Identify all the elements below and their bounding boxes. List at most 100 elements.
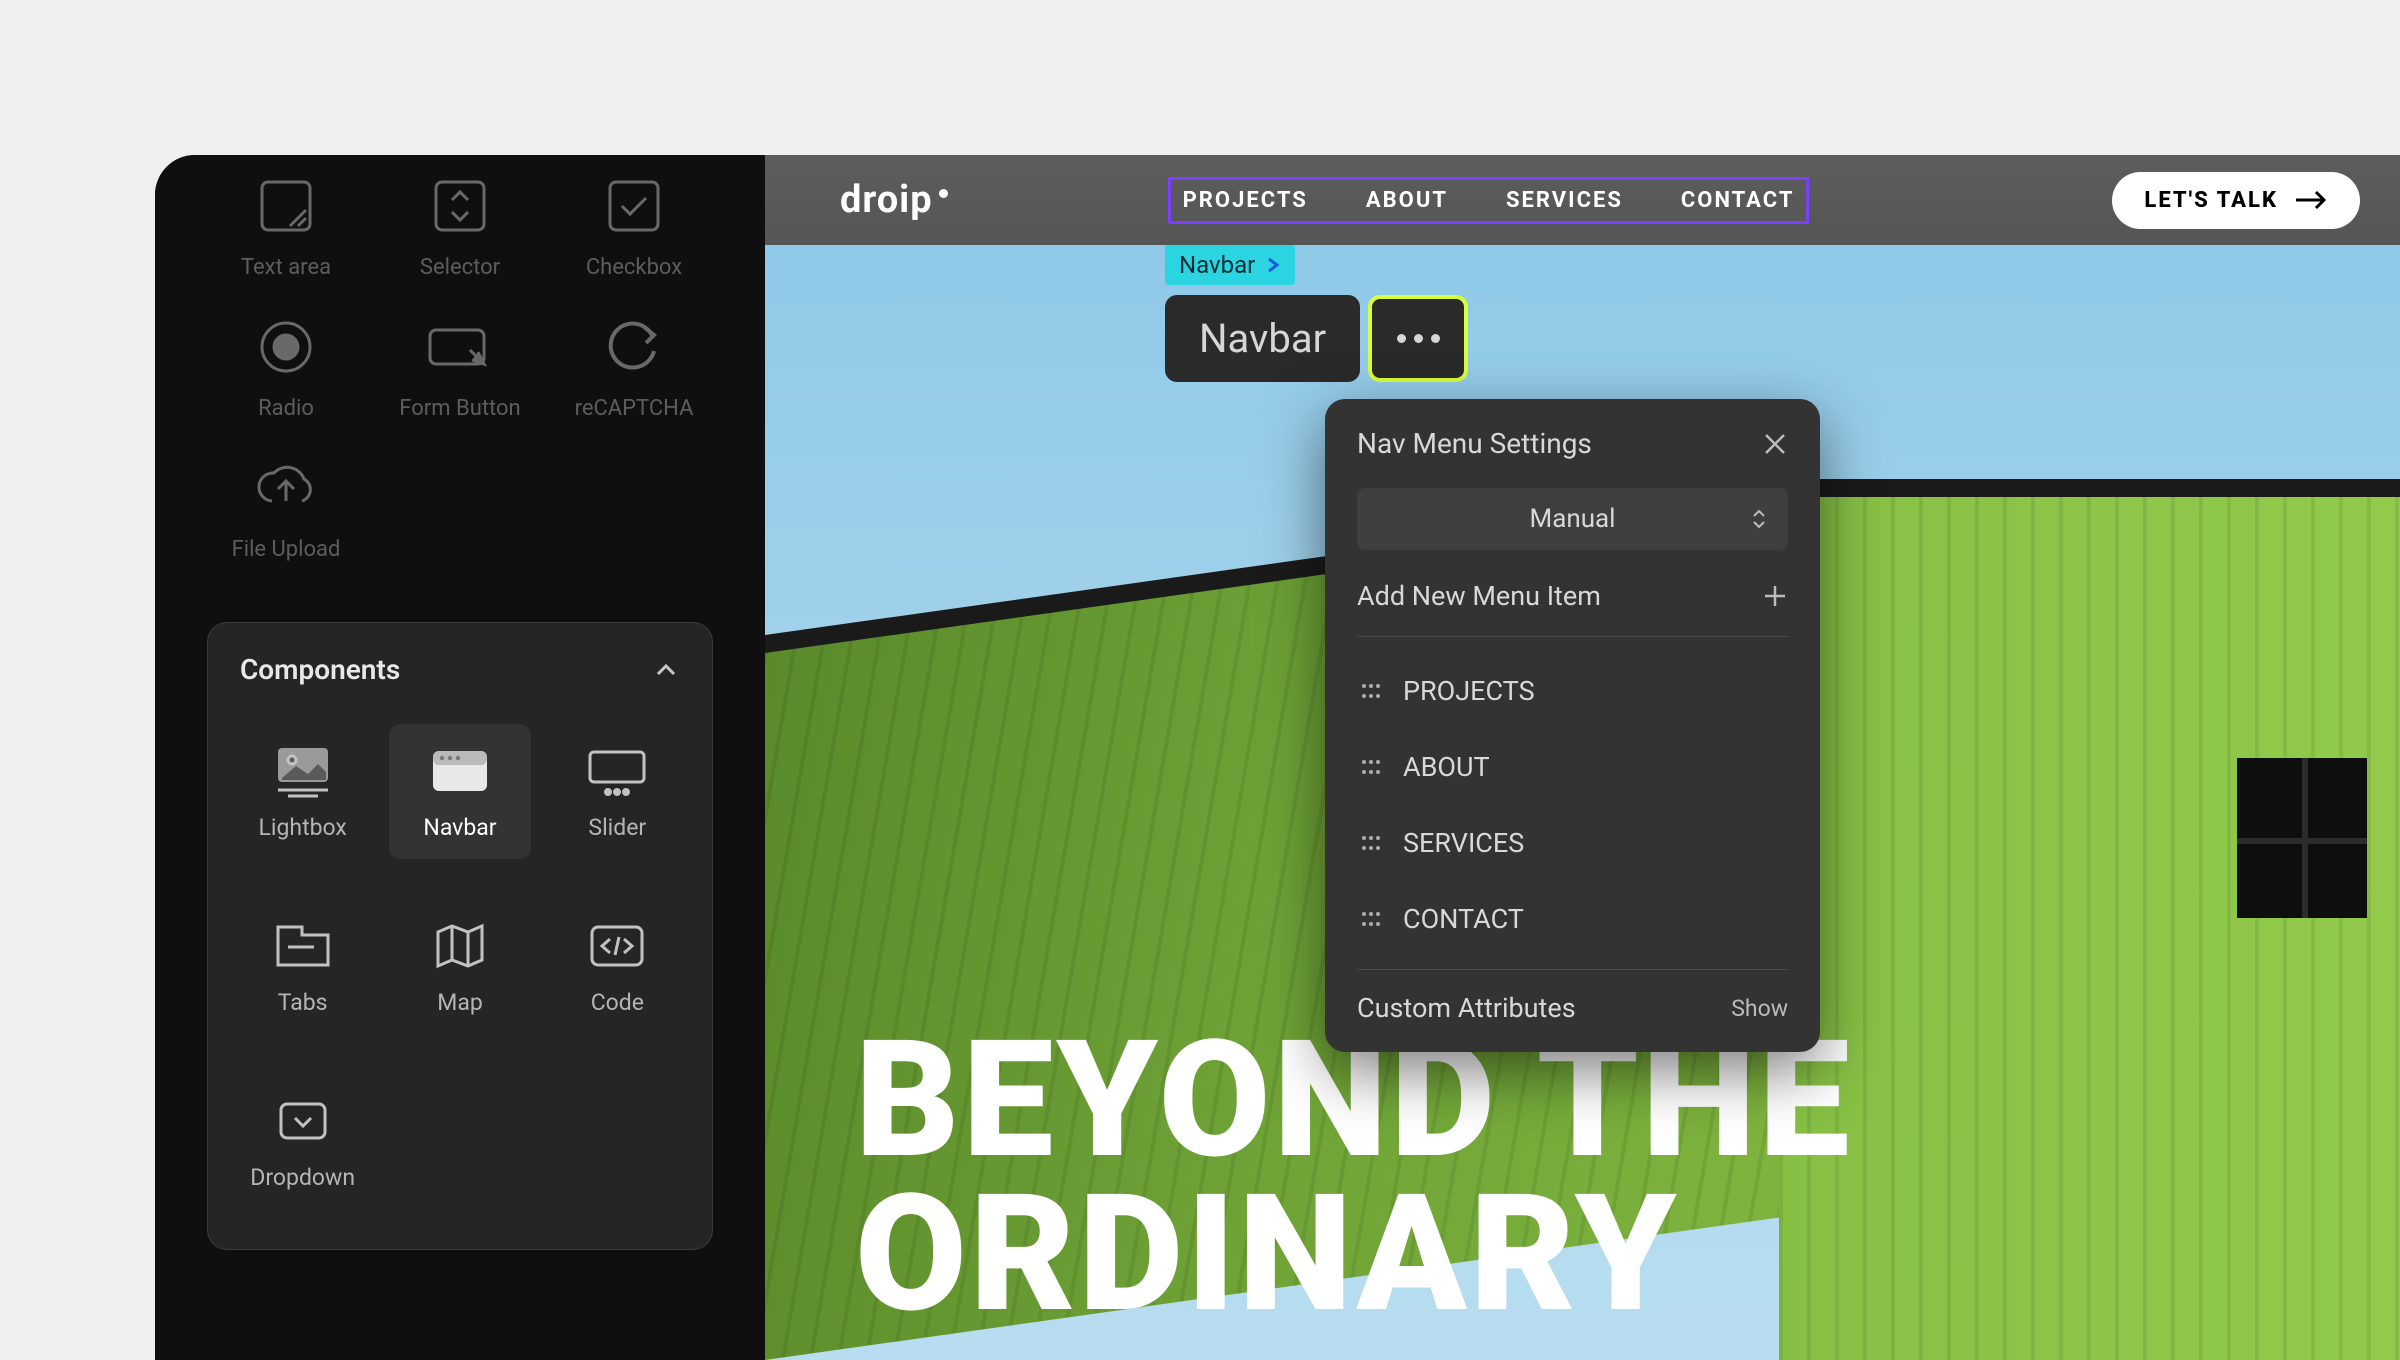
plus-icon: [1762, 583, 1788, 609]
drag-handle-icon[interactable]: [1361, 683, 1381, 699]
menu-item-row[interactable]: PROJECTS: [1357, 653, 1788, 729]
code-icon: [582, 917, 652, 975]
roofline: [1779, 479, 2400, 497]
building-window: [2237, 758, 2367, 918]
drag-handle-icon[interactable]: [1361, 911, 1381, 927]
widget-radio[interactable]: Radio: [207, 312, 365, 421]
component-map[interactable]: Map: [389, 899, 530, 1034]
hero-heading: BEYOND THE ORDINARY: [855, 1024, 1852, 1332]
components-title: Components: [240, 653, 400, 686]
component-navbar[interactable]: Navbar: [389, 724, 530, 859]
logo-text: droip: [840, 178, 933, 222]
form-widgets-grid: Text area Selector Checkbox Radio: [207, 171, 713, 562]
close-button[interactable]: [1762, 431, 1788, 457]
file-upload-icon: [251, 453, 321, 523]
drag-handle-icon[interactable]: [1361, 759, 1381, 775]
component-label: Slider: [588, 814, 646, 841]
widget-label: reCAPTCHA: [575, 396, 694, 421]
sidebar: Text area Selector Checkbox Radio: [155, 155, 765, 1360]
cta-label: LET'S TALK: [2144, 188, 2278, 213]
select-caret-icon: [1750, 507, 1768, 531]
widget-label: Radio: [258, 396, 314, 421]
dot-icon: [1431, 334, 1440, 343]
selection-chip-label[interactable]: Navbar: [1165, 295, 1360, 382]
mode-select-value: Manual: [1530, 504, 1616, 534]
building-right: [1779, 490, 2400, 1360]
divider: [1357, 969, 1788, 970]
menu-item-label: ABOUT: [1403, 751, 1490, 783]
form-button-icon: [425, 312, 495, 382]
menu-item-label: SERVICES: [1403, 827, 1524, 859]
component-label: Code: [591, 989, 644, 1016]
more-options-button[interactable]: [1368, 295, 1468, 382]
nav-link-projects[interactable]: PROJECTS: [1183, 188, 1308, 213]
site-header: droip PROJECTS ABOUT SERVICES CONTACT LE…: [765, 155, 2400, 245]
mode-select[interactable]: Manual: [1357, 488, 1788, 550]
components-header[interactable]: Components: [232, 653, 688, 686]
widget-label: Text area: [241, 255, 331, 280]
selector-icon: [425, 171, 495, 241]
menu-item-row[interactable]: ABOUT: [1357, 729, 1788, 805]
navbar-icon: [425, 742, 495, 800]
menu-item-label: CONTACT: [1403, 903, 1524, 935]
drag-handle-icon[interactable]: [1361, 835, 1381, 851]
component-lightbox[interactable]: Lightbox: [232, 724, 373, 859]
component-code[interactable]: Code: [547, 899, 688, 1034]
custom-attributes-row: Custom Attributes Show: [1357, 992, 1788, 1024]
widget-selector[interactable]: Selector: [381, 171, 539, 280]
widget-file-upload[interactable]: File Upload: [207, 453, 365, 562]
site-logo[interactable]: droip: [840, 178, 948, 222]
component-label: Tabs: [278, 989, 328, 1016]
slider-icon: [582, 742, 652, 800]
add-menu-item-label: Add New Menu Item: [1357, 580, 1601, 612]
menu-item-row[interactable]: CONTACT: [1357, 881, 1788, 957]
map-icon: [425, 917, 495, 975]
textarea-icon: [251, 171, 321, 241]
add-menu-item-button[interactable]: Add New Menu Item: [1357, 580, 1788, 637]
component-label: Map: [437, 989, 483, 1016]
widget-label: Checkbox: [586, 255, 682, 280]
component-slider[interactable]: Slider: [547, 724, 688, 859]
selection-tag[interactable]: Navbar: [1165, 245, 1295, 285]
lightbox-icon: [268, 742, 338, 800]
selection-toolbar: Navbar: [1165, 295, 1468, 382]
chevron-up-icon: [652, 656, 680, 684]
widget-label: File Upload: [232, 537, 341, 562]
component-label: Dropdown: [250, 1164, 355, 1191]
show-toggle[interactable]: Show: [1731, 995, 1788, 1022]
menu-item-label: PROJECTS: [1403, 675, 1535, 707]
panel-header: Nav Menu Settings: [1357, 427, 1788, 460]
component-label: Lightbox: [259, 814, 347, 841]
dot-icon: [1397, 334, 1406, 343]
component-label: Navbar: [423, 814, 496, 841]
dropdown-icon: [268, 1092, 338, 1150]
hero-line-2: ORDINARY: [855, 1178, 1852, 1332]
app-window: Text area Selector Checkbox Radio: [155, 155, 2400, 1360]
navbar-element[interactable]: PROJECTS ABOUT SERVICES CONTACT: [1168, 177, 1810, 224]
cta-button[interactable]: LET'S TALK: [2112, 172, 2360, 229]
widget-label: Form Button: [399, 396, 520, 421]
chevron-right-icon: [1265, 256, 1281, 274]
components-section: Components Lightbox Navbar: [207, 622, 713, 1250]
nav-link-services[interactable]: SERVICES: [1506, 188, 1623, 213]
canvas[interactable]: droip PROJECTS ABOUT SERVICES CONTACT LE…: [765, 155, 2400, 1360]
menu-item-row[interactable]: SERVICES: [1357, 805, 1788, 881]
menu-items-list: PROJECTS ABOUT SERVICES: [1357, 653, 1788, 957]
components-grid: Lightbox Navbar Slider: [232, 724, 688, 1209]
widget-checkbox[interactable]: Checkbox: [555, 171, 713, 280]
recaptcha-icon: [599, 312, 669, 382]
radio-icon: [251, 312, 321, 382]
component-tabs[interactable]: Tabs: [232, 899, 373, 1034]
widget-textarea[interactable]: Text area: [207, 171, 365, 280]
widget-form-button[interactable]: Form Button: [381, 312, 539, 421]
custom-attributes-label: Custom Attributes: [1357, 992, 1576, 1024]
component-dropdown[interactable]: Dropdown: [232, 1074, 373, 1209]
widget-recaptcha[interactable]: reCAPTCHA: [555, 312, 713, 421]
nav-link-contact[interactable]: CONTACT: [1681, 188, 1795, 213]
dot-icon: [1414, 334, 1423, 343]
nav-link-about[interactable]: ABOUT: [1366, 188, 1448, 213]
nav-menu-settings-panel: Nav Menu Settings Manual Add New Menu It…: [1325, 399, 1820, 1052]
widget-label: Selector: [420, 255, 500, 280]
checkbox-icon: [599, 171, 669, 241]
panel-title: Nav Menu Settings: [1357, 427, 1592, 460]
